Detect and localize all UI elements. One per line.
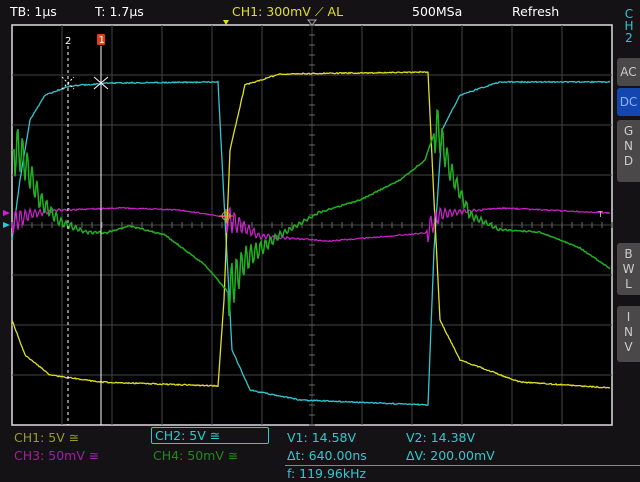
coupling-ac-button[interactable]: AC <box>617 58 640 86</box>
ch2-ground-marker-icon[interactable] <box>3 222 10 228</box>
cursor-delta-t-value: Δt: 640.00ns <box>287 448 367 463</box>
cursor-2-label: 2 <box>65 36 71 47</box>
ch2-settings[interactable]: CH2: 5V ≅ <box>151 427 269 444</box>
coupling-gnd-button[interactable]: G N D <box>617 120 640 182</box>
bandwidth-limit-button[interactable]: B W L <box>617 243 640 295</box>
cursor-delta-v-value: ΔV: 200.00mV <box>406 448 495 463</box>
cursor-v1-value: V1: 14.58V <box>287 430 356 445</box>
ch3-settings[interactable]: CH3: 50mV ≅ <box>14 448 99 463</box>
coupling-dc-button[interactable]: DC <box>617 88 640 116</box>
ch4-settings[interactable]: CH4: 50mV ≅ <box>153 448 238 463</box>
cursor-1-label: 1 <box>99 35 105 46</box>
invert-button[interactable]: I N V <box>617 306 640 362</box>
waveform-display[interactable]: 2 1 T <box>0 0 640 482</box>
ch3-ground-marker-icon[interactable] <box>3 210 10 216</box>
trigger-level-marker[interactable]: T <box>597 210 603 219</box>
frequency-value: f: 119.96kHz <box>287 466 366 481</box>
cursor-v2-value: V2: 14.38V <box>406 430 475 445</box>
side-channel-label: CH2 <box>622 8 636 44</box>
ch1-settings[interactable]: CH1: 5V ≅ <box>14 430 79 445</box>
